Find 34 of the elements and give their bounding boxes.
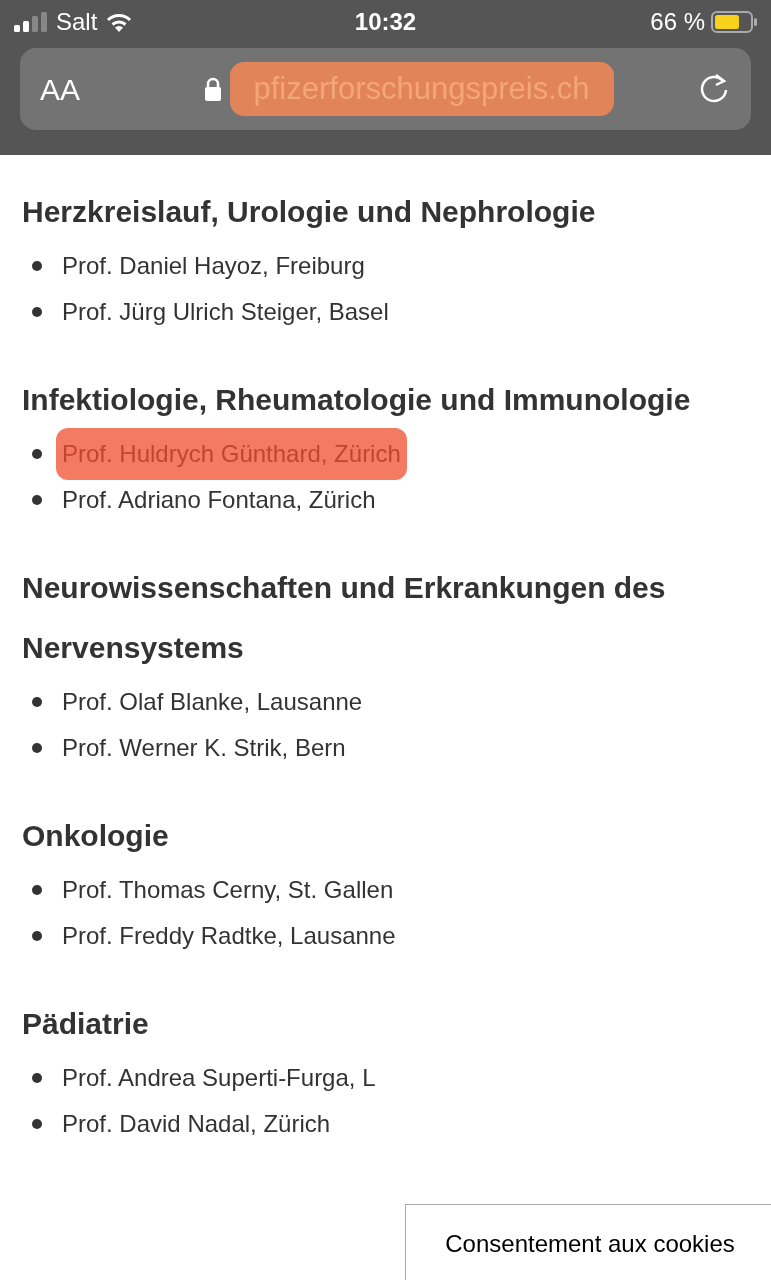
bullet-icon — [32, 885, 42, 895]
section-heading: Onkologie — [22, 818, 170, 854]
name-entry: Prof. Andrea Superti-Furga, L — [62, 1063, 376, 1093]
battery-icon — [711, 11, 757, 33]
text-size-button[interactable]: AA — [40, 66, 120, 112]
carrier-name: Salt — [56, 7, 98, 37]
name-entry: Prof. Adriano Fontana, Zürich — [62, 485, 376, 515]
bullet-icon — [32, 1119, 42, 1129]
bullet-icon — [32, 1073, 42, 1083]
section-heading: Infektiologie, Rheumatologie und Immunologie — [22, 382, 692, 418]
section-heading: Pädiatrie — [22, 1006, 150, 1042]
name-entry: Prof. Freddy Radtke, Lausanne — [62, 921, 396, 951]
wifi-icon — [105, 12, 134, 32]
bullet-icon — [32, 307, 42, 317]
section-heading: Herzkreislauf, Urologie und Nephrologie — [22, 194, 597, 230]
bullet-icon — [32, 931, 42, 941]
cookie-banner[interactable]: Consentement aux cookies — [405, 1204, 771, 1280]
bullet-icon — [32, 495, 42, 505]
bullet-icon — [32, 261, 42, 271]
cookie-consent-label: Consentement aux cookies — [445, 1229, 735, 1259]
bullet-icon — [32, 743, 42, 753]
signal-icon — [14, 12, 48, 32]
lock-icon — [203, 77, 222, 101]
name-entry: Prof. Werner K. Strik, Bern — [62, 733, 346, 763]
name-entry: Prof. David Nadal, Zürich — [62, 1109, 331, 1139]
bullet-icon — [32, 697, 42, 707]
bullet-icon — [32, 449, 42, 459]
section-heading: Neurowissenschaften und Erkrankungen des Nervensystems — [22, 570, 667, 666]
name-entry: Prof. Thomas Cerny, St. Gallen — [62, 875, 394, 905]
battery-percent: 66 % — [650, 7, 705, 37]
name-entry: Prof. Jürg Ulrich Steiger, Basel — [62, 297, 389, 327]
name-entry: Prof. Daniel Hayoz, Freiburg — [62, 251, 365, 281]
name-entry: Prof. Olaf Blanke, Lausanne — [62, 687, 363, 717]
clock-time: 10:32 — [354, 7, 417, 37]
